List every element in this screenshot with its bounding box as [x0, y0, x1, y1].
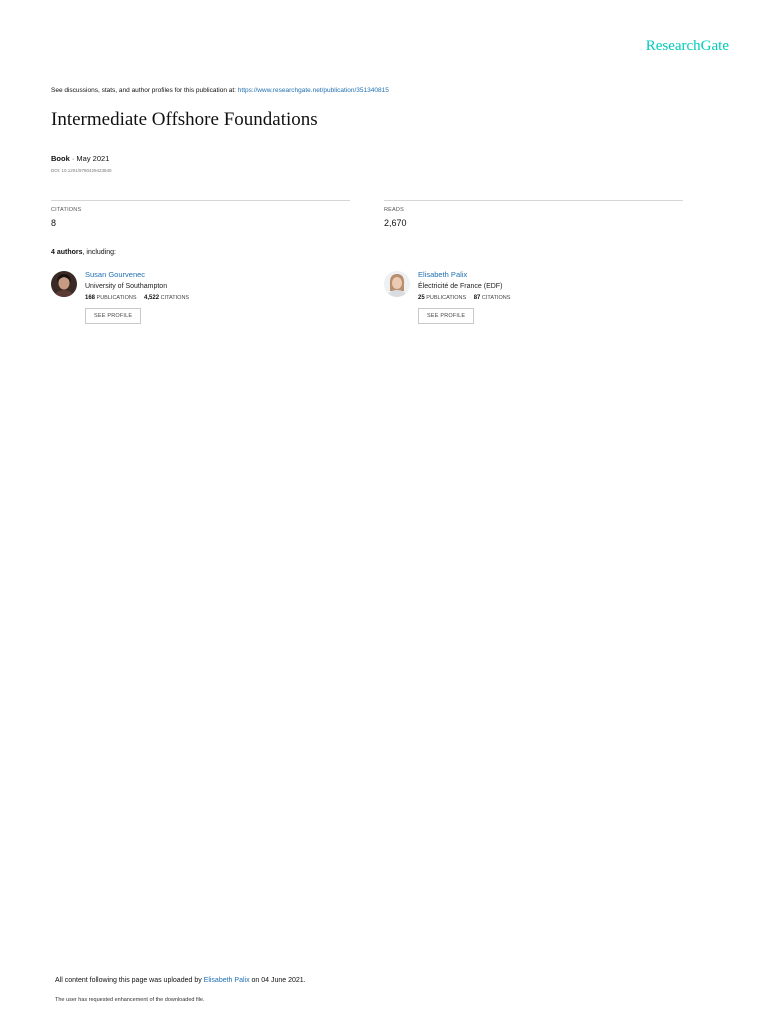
author-1-publications-label: PUBLICATIONS [96, 295, 137, 301]
publication-doi: DOI: 10.1201/9780429423840 [51, 168, 112, 173]
author-1-institution: University of Southampton [85, 283, 168, 290]
author-2-see-profile-button[interactable]: SEE PROFILE [418, 308, 475, 324]
discussion-line: See discussions, stats, and author profi… [51, 87, 389, 94]
author-2-avatar[interactable] [384, 271, 410, 297]
citations-stat: CITATIONS 8 [51, 200, 350, 228]
author-1-name[interactable]: Susan Gourvenec [85, 270, 345, 279]
author-2-citations-count: 87 [473, 295, 481, 301]
author-1-see-profile-button[interactable]: SEE PROFILE [85, 308, 142, 324]
publication-title: Intermediate Offshore Foundations [51, 109, 318, 130]
publication-date: May 2021 [76, 154, 110, 163]
citations-label: CITATIONS [51, 207, 82, 213]
author-2-publications-label: PUBLICATIONS [426, 295, 467, 301]
author-2-name[interactable]: Elisabeth Palix [418, 270, 678, 279]
researchgate-logo[interactable]: ResearchGate [646, 38, 729, 55]
publication-type: Book [51, 154, 70, 163]
author-1-avatar[interactable] [51, 271, 77, 297]
author-1-citations-label: CITATIONS [160, 295, 190, 301]
upload-notice: All content following this page was uplo… [55, 977, 306, 984]
discussion-text: See discussions, stats, and author profi… [51, 87, 238, 94]
publication-link[interactable]: https://www.researchgate.net/publication… [238, 87, 389, 94]
publication-meta: Book · May 2021 [51, 154, 109, 163]
reads-label: READS [384, 207, 404, 213]
authors-suffix: , including: [82, 249, 116, 256]
upload-prefix: All content following this page was uplo… [55, 977, 204, 984]
authors-count: 4 authors [51, 249, 83, 256]
reads-value: 2,670 [384, 218, 407, 228]
author-2-citations-label: CITATIONS [481, 295, 511, 301]
enhancement-note: The user has requested enhancement of th… [55, 997, 205, 1003]
author-2-publications-count: 25 [418, 295, 425, 301]
authors-heading: 4 authors, including: [51, 249, 116, 256]
uploader-link[interactable]: Elisabeth Palix [204, 977, 250, 984]
author-1-publications-count: 168 [85, 295, 96, 301]
upload-suffix: on 04 June 2021. [249, 977, 306, 984]
author-2-counts: 25 PUBLICATIONS 87 CITATIONS [418, 295, 678, 301]
reads-stat: READS 2,670 [384, 200, 683, 228]
author-1-citations-count: 4,522 [144, 295, 160, 301]
author-1-counts: 168 PUBLICATIONS 4,522 CITATIONS [85, 295, 345, 301]
author-2-institution: Électricité de France (EDF) [418, 283, 503, 290]
citations-value: 8 [51, 218, 57, 228]
